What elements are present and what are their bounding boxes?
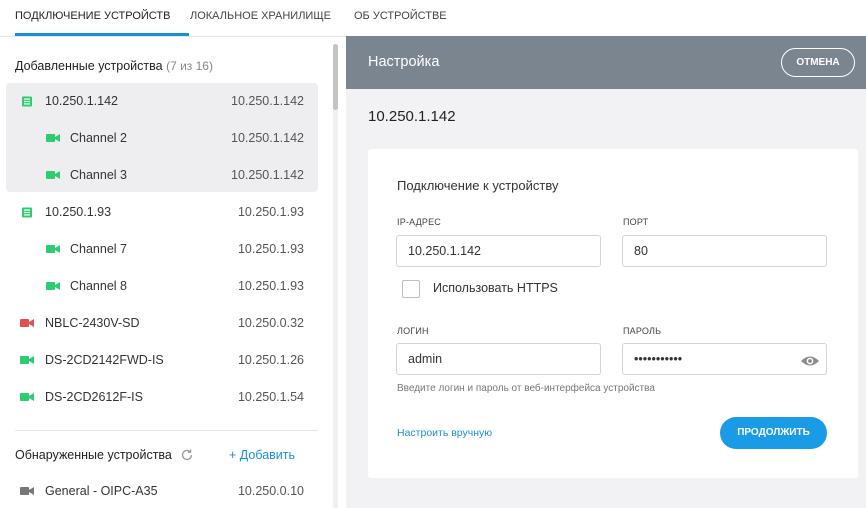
device-name: NBLC-2430V-SD	[45, 316, 140, 330]
device-ip: 10.250.1.142	[231, 94, 304, 108]
device-list-item[interactable]: Channel 3 10.250.1.142	[6, 157, 318, 193]
camera-icon	[20, 356, 34, 364]
camera-icon	[20, 393, 34, 401]
device-ip: 10.250.0.32	[237, 316, 304, 330]
section-divider	[15, 430, 318, 431]
device-ip: 10.250.1.93	[237, 242, 304, 256]
camera-icon	[46, 134, 60, 142]
device-list-panel: Добавленные устройства (7 из 16) 10.250.…	[0, 36, 346, 508]
tab-about-device[interactable]: ОБ УСТРОЙСТВЕ	[354, 0, 447, 36]
show-password-eye-icon[interactable]	[800, 355, 820, 367]
device-list-item[interactable]: 10.250.1.142 10.250.1.142	[6, 83, 318, 119]
https-label: Использовать HTTPS	[433, 281, 558, 295]
device-ip: 10.250.1.93	[237, 205, 304, 219]
device-name: Channel 2	[70, 131, 127, 145]
added-devices-heading: Добавленные устройства (7 из 16)	[15, 59, 213, 73]
recorder-icon	[22, 96, 32, 107]
discovered-device-item[interactable]: General - OIPC-A35 10.250.0.10	[6, 473, 318, 508]
ip-address-input[interactable]: 10.250.1.142	[396, 235, 601, 267]
password-input[interactable]: •••••••••••	[622, 343, 827, 375]
manual-setup-link[interactable]: Настроить вручную	[397, 427, 492, 439]
device-ip: 10.250.1.142	[231, 168, 304, 182]
device-ip: 10.250.0.10	[237, 484, 304, 498]
app-window: ПОДКЛЮЧЕНИЕ УСТРОЙСТВ ЛОКАЛЬНОЕ ХРАНИЛИЩ…	[0, 0, 866, 508]
device-ip: 10.250.1.54	[237, 390, 304, 404]
setup-panel: Настройка ОТМЕНА 10.250.1.142 Подключени…	[346, 36, 866, 508]
add-device-button[interactable]: + Добавить	[229, 448, 295, 462]
cancel-button[interactable]: ОТМЕНА	[781, 48, 855, 77]
ip-label: IP-АДРЕС	[397, 217, 442, 227]
device-name: DS-2CD2142FWD-IS	[45, 353, 164, 367]
added-devices-count: (7 из 16)	[166, 59, 213, 73]
device-name: DS-2CD2612F-IS	[45, 390, 143, 404]
device-name: General - OIPC-A35	[45, 484, 158, 498]
refresh-icon[interactable]	[180, 448, 194, 462]
connection-card: Подключение к устройству IP-АДРЕС 10.250…	[368, 149, 858, 478]
device-list-item[interactable]: Channel 2 10.250.1.142	[6, 120, 318, 156]
device-list-item[interactable]: DS-2CD2612F-IS 10.250.1.54	[6, 379, 318, 415]
login-label: ЛОГИН	[397, 326, 429, 336]
discovered-devices-title: Обнаруженные устройства	[15, 448, 172, 462]
device-name: Channel 8	[70, 279, 127, 293]
camera-icon	[46, 171, 60, 179]
card-title: Подключение к устройству	[397, 178, 559, 193]
discovered-devices-heading: Обнаруженные устройства	[15, 448, 172, 462]
device-ip: 10.250.1.93	[237, 279, 304, 293]
setup-title: Настройка	[368, 54, 440, 70]
setup-header: Настройка ОТМЕНА	[346, 36, 866, 89]
port-label: ПОРТ	[623, 217, 649, 227]
top-tabs: ПОДКЛЮЧЕНИЕ УСТРОЙСТВ ЛОКАЛЬНОЕ ХРАНИЛИЩ…	[0, 0, 866, 36]
camera-icon	[46, 282, 60, 290]
device-name: 10.250.1.142	[45, 94, 118, 108]
device-list-item[interactable]: DS-2CD2142FWD-IS 10.250.1.26	[6, 342, 318, 378]
device-name: Channel 3	[70, 168, 127, 182]
camera-icon	[20, 487, 34, 495]
device-list-item[interactable]: Channel 7 10.250.1.93	[6, 231, 318, 267]
added-devices-title: Добавленные устройства	[15, 59, 163, 73]
device-name: 10.250.1.93	[45, 205, 112, 219]
scrollbar-thumb[interactable]	[333, 44, 338, 110]
scrollbar-track[interactable]	[333, 44, 338, 508]
camera-icon	[20, 319, 34, 327]
continue-button[interactable]: ПРОДОЛЖИТЬ	[720, 417, 827, 449]
device-list-item[interactable]: NBLC-2430V-SD 10.250.0.32	[6, 305, 318, 341]
port-input[interactable]: 80	[622, 235, 827, 267]
device-list-item[interactable]: 10.250.1.93 10.250.1.93	[6, 194, 318, 230]
device-list-item[interactable]: Channel 8 10.250.1.93	[6, 268, 318, 304]
device-title: 10.250.1.142	[368, 108, 456, 125]
https-checkbox[interactable]	[402, 280, 420, 298]
camera-icon	[46, 245, 60, 253]
password-label: ПАРОЛЬ	[623, 326, 662, 336]
tab-local-storage[interactable]: ЛОКАЛЬНОЕ ХРАНИЛИЩЕ	[190, 0, 331, 36]
login-input[interactable]: admin	[396, 343, 601, 375]
device-ip: 10.250.1.142	[231, 131, 304, 145]
tab-device-connection[interactable]: ПОДКЛЮЧЕНИЕ УСТРОЙСТВ	[15, 0, 189, 36]
device-name: Channel 7	[70, 242, 127, 256]
recorder-icon	[22, 207, 32, 218]
device-ip: 10.250.1.26	[237, 353, 304, 367]
login-hint: Введите логин и пароль от веб-интерфейса…	[397, 383, 655, 394]
